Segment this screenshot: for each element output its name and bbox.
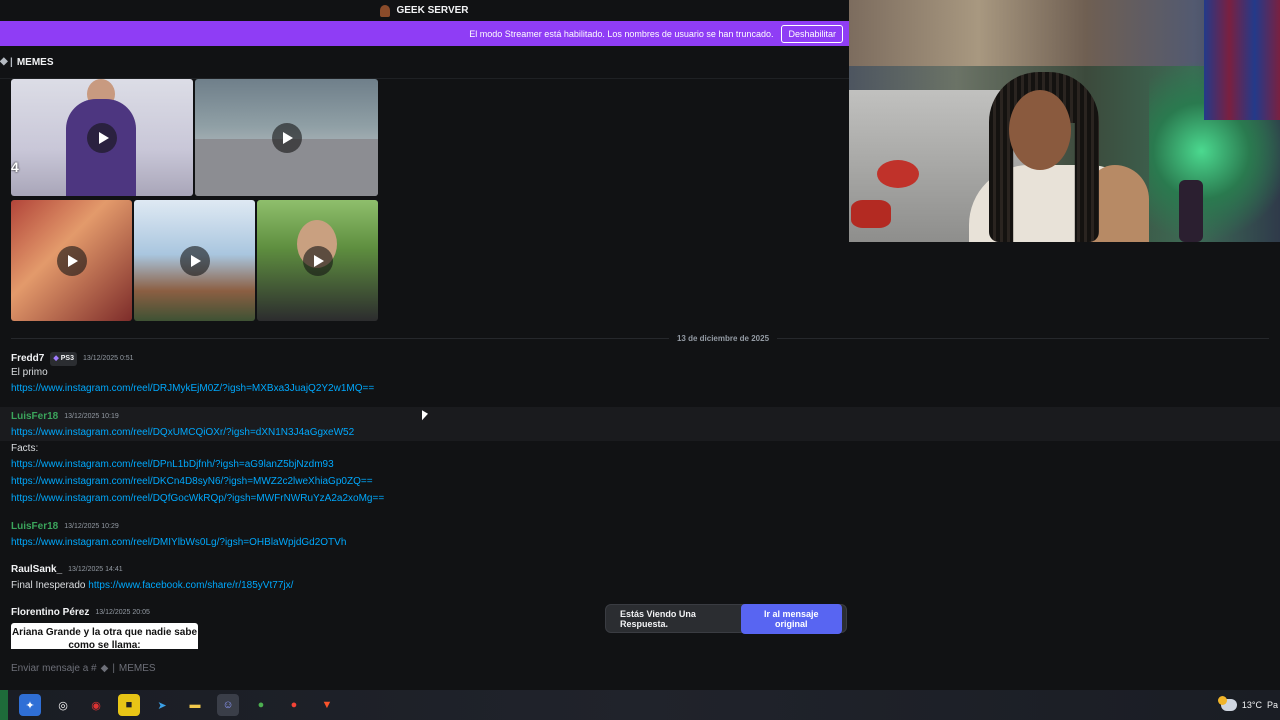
webcam-background-detail bbox=[1204, 0, 1280, 120]
message-text: El primo bbox=[11, 367, 48, 378]
message-author[interactable]: LuisFer18 bbox=[11, 410, 58, 424]
message-composer[interactable]: Enviar mensaje a # ◆ | MEMES bbox=[0, 649, 849, 687]
message-author[interactable]: Fredd7 bbox=[11, 352, 44, 366]
channel-header-separator: | bbox=[10, 56, 13, 68]
chrome-profile-icon[interactable]: ● bbox=[283, 694, 305, 716]
message[interactable]: RaulSank_ 13/12/2025 14:41 Final Inesper… bbox=[11, 563, 293, 594]
message-timestamp: 13/12/2025 0:51 bbox=[82, 355, 134, 362]
webcam-background-detail bbox=[1179, 180, 1203, 242]
video-attachment[interactable] bbox=[11, 200, 132, 321]
video-attachment[interactable] bbox=[195, 79, 378, 196]
message-text: Facts: bbox=[11, 443, 39, 454]
windows-taskbar: ✦ ◎ ◉ ■ ➤ ▬ ☺ ● ● ▼ 13°C Pa bbox=[0, 690, 1280, 720]
message-link[interactable]: https://www.instagram.com/reel/DMIYlbWs0… bbox=[11, 534, 346, 551]
composer-channel-name: MEMES bbox=[118, 662, 156, 674]
message-link[interactable]: https://www.instagram.com/reel/DKCn4D8sy… bbox=[11, 473, 384, 490]
message[interactable]: Facts: https://www.instagram.com/reel/DP… bbox=[11, 442, 384, 507]
weather-icon[interactable] bbox=[1217, 696, 1237, 711]
telegram-icon[interactable]: ➤ bbox=[151, 694, 173, 716]
message-timestamp: 13/12/2025 20:05 bbox=[95, 609, 150, 616]
message-text: Final Inesperado bbox=[11, 580, 86, 591]
video-attachment[interactable] bbox=[134, 200, 255, 321]
streamer-banner-message: El modo Streamer está habilitado. Los no… bbox=[469, 28, 774, 39]
date-divider: 13 de diciembre de 2025 bbox=[0, 331, 1280, 345]
media-mosaic: 4 bbox=[11, 79, 378, 321]
recorder-icon[interactable]: ◉ bbox=[85, 694, 107, 716]
viewing-reply-toast: Estás Viendo Una Respuesta. Ir al mensaj… bbox=[605, 603, 847, 634]
play-icon[interactable] bbox=[302, 245, 333, 276]
server-title-bar: GEEK SERVER bbox=[0, 0, 849, 21]
message-author[interactable]: RaulSank_ bbox=[11, 563, 62, 577]
webcam-person-detail bbox=[1009, 90, 1071, 170]
jump-to-original-button[interactable]: Ir al mensaje original bbox=[740, 603, 842, 634]
webcam-overlay bbox=[849, 0, 1280, 242]
message[interactable]: LuisFer18 13/12/2025 10:29 https://www.i… bbox=[11, 520, 346, 551]
media-overflow-count: 4 bbox=[11, 159, 19, 175]
message-link[interactable]: https://www.instagram.com/reel/DPnL1bDjf… bbox=[11, 456, 384, 473]
reply-toast-text: Estás Viendo Una Respuesta. bbox=[620, 608, 696, 629]
weather-extra: Pa bbox=[1266, 700, 1278, 710]
play-icon[interactable] bbox=[179, 245, 210, 276]
streamer-mode-banner: El modo Streamer está habilitado. Los no… bbox=[0, 21, 849, 46]
play-icon[interactable] bbox=[271, 122, 302, 153]
file-explorer-icon[interactable]: ▬ bbox=[184, 694, 206, 716]
message[interactable]: LuisFer18 13/12/2025 10:19 https://www.i… bbox=[11, 410, 354, 441]
date-divider-label: 13 de diciembre de 2025 bbox=[668, 333, 778, 343]
channel-header: ◆ | MEMES bbox=[0, 46, 849, 79]
message-timestamp: 13/12/2025 10:19 bbox=[64, 413, 119, 420]
message[interactable]: Fredd7 ◆ PS3 13/12/2025 0:51 El primo htt… bbox=[11, 352, 374, 397]
message-link[interactable]: https://www.instagram.com/reel/DRJMykEjM… bbox=[11, 380, 374, 397]
message-author[interactable]: Florentino Pérez bbox=[11, 606, 89, 620]
webcam-background-detail bbox=[877, 160, 919, 188]
chrome-icon[interactable]: ● bbox=[250, 694, 272, 716]
discord-icon[interactable]: ☺ bbox=[217, 694, 239, 716]
video-attachment[interactable]: 4 bbox=[11, 79, 193, 196]
gem-icon: ◆ bbox=[53, 355, 59, 362]
video-attachment[interactable] bbox=[257, 200, 378, 321]
server-icon bbox=[380, 4, 391, 17]
composer-separator: | bbox=[112, 662, 115, 674]
start-button[interactable] bbox=[0, 690, 8, 720]
copilot-icon[interactable]: ✦ bbox=[19, 694, 41, 716]
brave-icon[interactable]: ▼ bbox=[316, 694, 338, 716]
notes-icon[interactable]: ■ bbox=[118, 694, 140, 716]
obs-icon[interactable]: ◎ bbox=[52, 694, 74, 716]
user-tag-badge: ◆ PS3 bbox=[50, 352, 77, 366]
play-icon[interactable] bbox=[87, 122, 117, 153]
server-name: GEEK SERVER bbox=[396, 5, 469, 16]
message-timestamp: 13/12/2025 10:29 bbox=[64, 523, 119, 530]
message-link[interactable]: https://www.instagram.com/reel/DQfGocWkR… bbox=[11, 490, 384, 507]
play-icon[interactable] bbox=[56, 245, 87, 276]
webcam-background-detail bbox=[851, 200, 891, 228]
message-author[interactable]: LuisFer18 bbox=[11, 520, 58, 534]
message[interactable]: Florentino Pérez 13/12/2025 20:05 bbox=[11, 606, 150, 620]
channel-type-icon: ◆ bbox=[100, 662, 109, 674]
channel-name: MEMES bbox=[16, 56, 54, 68]
message-link[interactable]: https://www.facebook.com/share/r/185yVt7… bbox=[88, 580, 293, 591]
image-attachment[interactable]: Ariana Grande y la otra que nadie sabe c… bbox=[11, 623, 198, 649]
message-timestamp: 13/12/2025 14:41 bbox=[68, 566, 123, 573]
disable-streamer-mode-button[interactable]: Deshabilitar bbox=[781, 24, 843, 43]
channel-type-icon: ◆ bbox=[0, 56, 8, 67]
weather-temperature[interactable]: 13°C bbox=[1242, 700, 1262, 710]
system-tray: 13°C Pa bbox=[1217, 690, 1280, 720]
message-link[interactable]: https://www.instagram.com/reel/DQxUMCQiO… bbox=[11, 424, 354, 441]
composer-placeholder: Enviar mensaje a # bbox=[11, 662, 97, 674]
